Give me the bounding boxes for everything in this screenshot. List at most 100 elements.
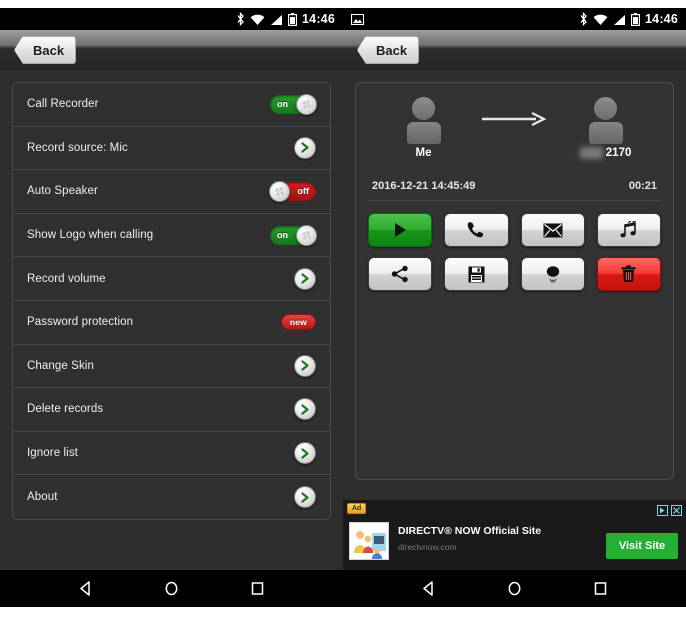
settings-action-bar: Back [0, 30, 343, 70]
ad-url: directvnow.com [398, 542, 457, 552]
bluetooth-icon [579, 11, 588, 27]
back-icon[interactable] [415, 576, 441, 602]
wifi-icon [250, 13, 265, 25]
delete-button[interactable] [596, 257, 661, 291]
signal-icon [270, 13, 283, 25]
setting-row-show-logo[interactable]: Show Logo when calling on [13, 214, 330, 258]
back-button[interactable]: Back [357, 36, 420, 64]
setting-row-record-volume[interactable]: Record volume [13, 257, 330, 301]
record-meta: 2016-12-21 14:45:49 00:21 [368, 171, 661, 201]
nav-bar-right [343, 570, 686, 607]
record-detail-card: Me 2170 2016-12-21 14:45:49 00:21 [355, 82, 674, 480]
settings-list: Call Recorder on Record source: Mic Auto… [12, 82, 331, 520]
setting-label: Change Skin [27, 359, 94, 372]
setting-row-password-protection[interactable]: Password protection new [13, 301, 330, 345]
home-icon[interactable] [158, 576, 184, 602]
status-icons-left: 14:46 [236, 8, 335, 30]
toggle-state-label: on [277, 230, 288, 241]
new-badge: new [280, 314, 316, 331]
home-icon[interactable] [501, 576, 527, 602]
status-bar-left: 14:46 [0, 8, 343, 30]
show-logo-toggle[interactable]: on [270, 224, 317, 246]
setting-row-about[interactable]: About [13, 475, 330, 519]
speaker-button[interactable] [520, 257, 585, 291]
recents-icon[interactable] [588, 576, 614, 602]
caller-name: Me [415, 147, 432, 159]
adchoices-icon[interactable] [657, 503, 668, 521]
status-bar: 14:46 14:46 [0, 8, 686, 30]
caller-party: Me [378, 93, 470, 159]
battery-icon [287, 12, 298, 26]
chevron-right-icon[interactable] [294, 486, 316, 509]
nav-bar-left [0, 570, 343, 607]
speaker-icon [542, 265, 564, 283]
setting-row-call-recorder[interactable]: Call Recorder on [13, 83, 330, 127]
settings-body: Call Recorder on Record source: Mic Auto… [0, 70, 343, 570]
ad-cta-button[interactable]: Visit Site [606, 533, 678, 559]
status-icons-right: 14:46 [579, 8, 678, 30]
callee-party: 2170 [560, 93, 652, 159]
caller-avatar-icon [402, 97, 446, 145]
call-parties: Me 2170 [368, 93, 661, 167]
back-icon[interactable] [72, 576, 98, 602]
trash-icon [620, 265, 637, 283]
record-action-buttons [368, 213, 661, 291]
toggle-state-label: off [297, 186, 310, 197]
android-nav-bars [0, 570, 686, 607]
signal-icon [613, 13, 626, 25]
ringtone-button[interactable] [596, 213, 661, 247]
record-action-bar: Back [343, 30, 686, 70]
ad-title: DIRECTV® NOW Official Site [398, 525, 542, 537]
chevron-right-icon[interactable] [294, 136, 316, 159]
back-button[interactable]: Back [14, 36, 77, 64]
email-button[interactable] [520, 213, 585, 247]
close-icon[interactable] [671, 503, 682, 521]
battery-icon [630, 12, 641, 26]
settings-panel: Back Call Recorder on Record source: Mic [0, 30, 343, 570]
call-button[interactable] [444, 213, 509, 247]
recents-icon[interactable] [245, 576, 271, 602]
setting-row-record-source[interactable]: Record source: Mic [13, 127, 330, 171]
share-icon [391, 265, 409, 283]
record-timestamp: 2016-12-21 14:45:49 [372, 179, 476, 192]
save-button[interactable] [444, 257, 509, 291]
setting-label: Record volume [27, 272, 106, 285]
setting-row-auto-speaker[interactable]: Auto Speaker off [13, 170, 330, 214]
record-detail-body: Me 2170 2016-12-21 14:45:49 00:21 [343, 70, 686, 570]
status-time-left: 14:46 [302, 12, 335, 26]
top-white-margin [0, 0, 686, 8]
chevron-right-icon[interactable] [294, 398, 316, 421]
phone-icon [467, 221, 485, 239]
callee-avatar-icon [584, 97, 628, 145]
callee-number: 2170 [560, 147, 652, 159]
setting-row-ignore-list[interactable]: Ignore list [13, 432, 330, 476]
status-time-right: 14:46 [645, 12, 678, 26]
setting-label: About [27, 491, 58, 504]
chevron-right-icon[interactable] [294, 442, 316, 465]
status-bar-right: 14:46 [343, 8, 686, 30]
setting-row-change-skin[interactable]: Change Skin [13, 345, 330, 389]
toggle-knob [269, 180, 290, 202]
setting-label: Password protection [27, 316, 134, 329]
auto-speaker-toggle[interactable]: off [269, 180, 316, 202]
record-duration: 00:21 [628, 179, 657, 192]
toggle-knob [296, 224, 317, 246]
setting-label: Call Recorder [27, 98, 99, 111]
screenshot-root: 14:46 14:46 Back Call Recorder on Record… [0, 0, 686, 621]
setting-label: Ignore list [27, 447, 78, 460]
ad-banner[interactable]: Ad DIRECTV® NOW Official Site directvnow… [343, 500, 686, 570]
record-detail-panel: Back Me 2170 2016-12-21 14:45:49 00:21 [343, 30, 686, 570]
play-icon [391, 221, 409, 239]
chevron-right-icon[interactable] [294, 354, 316, 377]
call-recorder-toggle[interactable]: on [270, 93, 317, 115]
chevron-right-icon[interactable] [294, 267, 316, 290]
play-button[interactable] [368, 213, 433, 247]
setting-label: Record source: Mic [27, 141, 128, 154]
avatar-body [406, 122, 441, 144]
ad-badge: Ad [347, 503, 367, 514]
music-note-icon [619, 221, 639, 239]
setting-row-delete-records[interactable]: Delete records [13, 388, 330, 432]
share-button[interactable] [368, 257, 433, 291]
ad-choices-controls[interactable] [657, 503, 682, 521]
direction-arrow-icon [480, 93, 550, 132]
